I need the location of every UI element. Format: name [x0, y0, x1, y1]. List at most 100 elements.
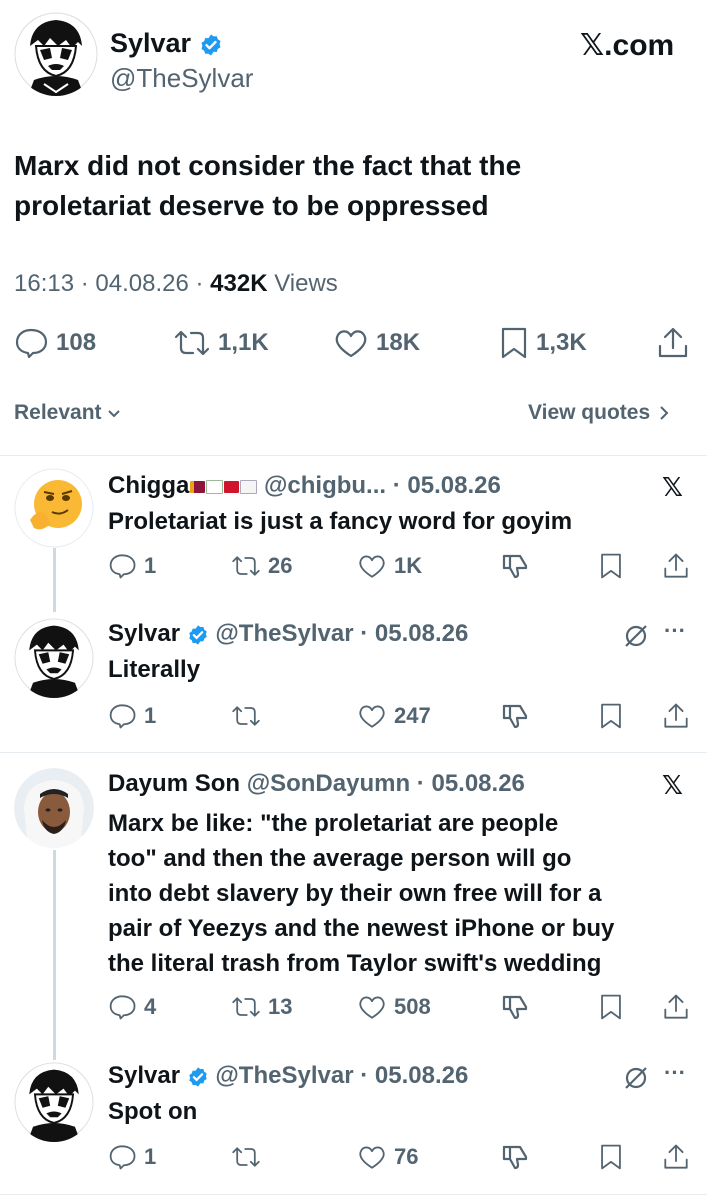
repost-button[interactable] — [230, 702, 268, 730]
bookmark-icon — [601, 703, 621, 729]
repost-button[interactable]: 26 — [230, 552, 292, 580]
reply-author-handle[interactable]: @TheSylvar — [215, 1062, 353, 1089]
view-quotes-link[interactable]: View quotes — [528, 401, 670, 425]
meta-separator: · — [195, 270, 204, 297]
reply-avatar[interactable] — [14, 618, 94, 698]
like-button[interactable]: 76 — [356, 1143, 418, 1171]
grok-icon[interactable] — [622, 1064, 650, 1092]
reply-author-name[interactable]: Sylvar — [108, 620, 180, 647]
divider — [0, 455, 707, 456]
share-icon — [664, 553, 688, 578]
views-label: Views — [274, 270, 338, 297]
share-button[interactable] — [662, 702, 690, 730]
repost-button[interactable] — [230, 1143, 268, 1171]
reply-avatar[interactable] — [14, 768, 94, 848]
reply-button[interactable]: 1 — [108, 1143, 156, 1171]
reply-author-name[interactable]: Sylvar — [108, 1062, 180, 1089]
bookmark-button[interactable] — [598, 993, 624, 1021]
like-count: 247 — [394, 703, 431, 728]
reply-button[interactable]: 108 — [14, 326, 96, 360]
heart-icon — [359, 996, 385, 1019]
reply-text-line: pair of Yeezys and the newest iPhone or … — [108, 915, 615, 942]
more-options-icon[interactable]: ··· — [664, 1060, 686, 1086]
repost-button[interactable]: 1,1K — [172, 326, 269, 360]
share-button[interactable] — [662, 1143, 690, 1171]
bookmark-button[interactable] — [598, 702, 624, 730]
tweet-time[interactable]: 16:13 — [14, 270, 74, 297]
repost-icon — [174, 330, 210, 356]
reply-text: Proletariat is just a fancy word for goy… — [108, 506, 572, 538]
reply-author-name[interactable]: Chigga — [108, 472, 189, 499]
reply-header: Sylvar @TheSylvar · 05.08.26 — [108, 620, 468, 648]
flag-icon — [224, 480, 240, 493]
verified-badge-icon — [187, 1066, 209, 1088]
more-options-icon[interactable]: ··· — [664, 618, 686, 644]
reply-text-line: the literal trash from Taylor swift's we… — [108, 950, 602, 977]
sort-dropdown[interactable]: Relevant — [14, 401, 122, 425]
dislike-button[interactable] — [500, 702, 530, 730]
reply-avatar[interactable] — [14, 468, 94, 548]
tweet-date[interactable]: 04.08.26 — [95, 270, 188, 297]
heart-icon — [359, 1146, 385, 1169]
share-icon — [664, 1144, 688, 1169]
repost-icon — [232, 1147, 260, 1167]
reply-icon — [109, 1145, 136, 1170]
heart-icon — [359, 555, 385, 578]
author-handle[interactable]: @TheSylvar — [110, 63, 253, 94]
thumbs-down-icon — [502, 704, 528, 729]
like-button[interactable]: 247 — [356, 702, 431, 730]
meta-separator: · — [360, 1062, 369, 1089]
author-name-row[interactable]: Sylvar — [110, 28, 223, 59]
reply-header: Dayum Son @SonDayumn · 05.08.26 — [108, 770, 525, 798]
reply-author-name[interactable]: Dayum Son — [108, 770, 240, 797]
share-button[interactable] — [662, 552, 690, 580]
repost-button[interactable]: 13 — [230, 993, 292, 1021]
like-button[interactable]: 1K — [356, 552, 422, 580]
author-avatar[interactable] — [14, 12, 98, 96]
reply-date[interactable]: 05.08.26 — [431, 770, 524, 797]
sort-label: Relevant — [14, 401, 102, 424]
reply-icon — [109, 554, 136, 579]
reply-author-handle[interactable]: @chigbu... — [264, 472, 386, 499]
reply-text-line: Spot on — [108, 1098, 198, 1125]
author-name[interactable]: Sylvar — [110, 28, 191, 58]
repost-icon — [232, 997, 260, 1017]
dislike-button[interactable] — [500, 1143, 530, 1171]
reply-button[interactable]: 4 — [108, 993, 156, 1021]
share-button[interactable] — [656, 326, 690, 360]
bookmark-button[interactable] — [598, 552, 624, 580]
meta-separator: · — [80, 270, 89, 297]
reply-date[interactable]: 05.08.26 — [375, 620, 468, 647]
dislike-button[interactable] — [500, 552, 530, 580]
reply-text-line: Proletariat is just a fancy word for goy… — [108, 508, 573, 535]
share-button[interactable] — [662, 993, 690, 1021]
bookmark-icon — [601, 553, 621, 579]
flag-icon — [190, 480, 206, 493]
reply-button[interactable]: 1 — [108, 552, 156, 580]
like-count: 18K — [376, 329, 421, 356]
repost-count: 13 — [268, 994, 293, 1019]
bookmark-button[interactable] — [598, 1143, 624, 1171]
meta-separator: · — [416, 770, 425, 797]
reply-avatar[interactable] — [14, 1062, 94, 1142]
verified-badge-icon — [187, 624, 209, 646]
meta-separator: · — [392, 472, 401, 499]
reply-author-handle[interactable]: @SonDayumn — [247, 770, 410, 797]
share-icon — [658, 327, 688, 358]
reply-button[interactable]: 1 — [108, 702, 156, 730]
reply-author-handle[interactable]: @TheSylvar — [215, 620, 353, 647]
like-button[interactable]: 18K — [332, 326, 420, 360]
thread-line — [53, 548, 56, 612]
reply-date[interactable]: 05.08.26 — [375, 1062, 468, 1089]
like-button[interactable]: 508 — [356, 993, 431, 1021]
bookmark-button[interactable]: 1,3K — [498, 326, 587, 360]
reply-count: 1 — [144, 703, 157, 728]
share-icon — [664, 703, 688, 728]
reply-count: 1 — [144, 1144, 157, 1169]
tweet-text-line: proletariat deserve to be oppressed — [14, 190, 489, 221]
bookmark-icon — [501, 327, 527, 359]
grok-icon[interactable] — [622, 622, 650, 650]
reply-date[interactable]: 05.08.26 — [407, 472, 500, 499]
heart-icon — [359, 705, 385, 728]
dislike-button[interactable] — [500, 993, 530, 1021]
